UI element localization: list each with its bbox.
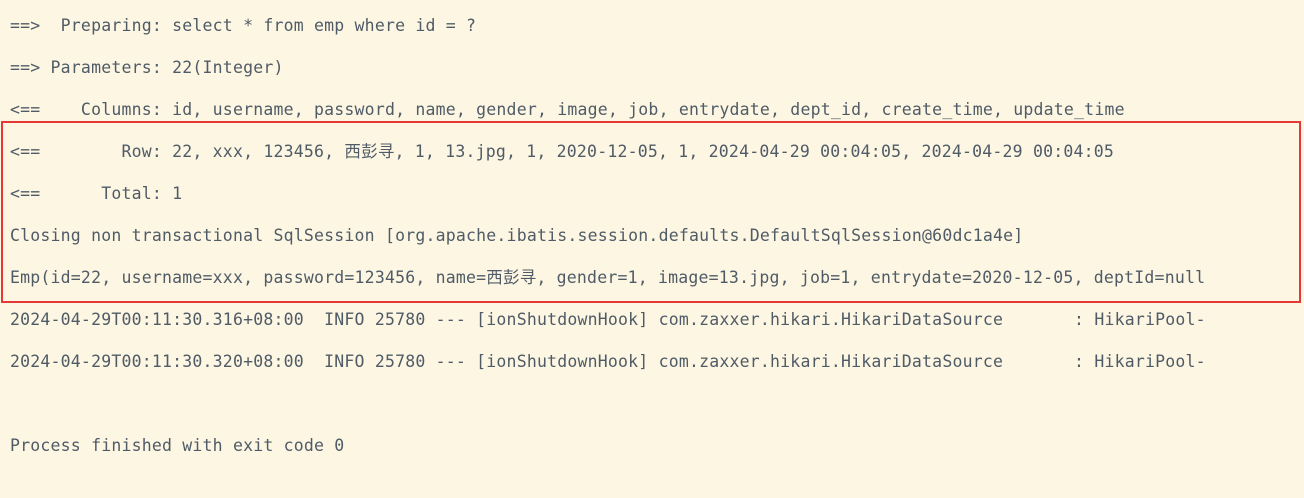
log-info-line-1: 2024-04-29T00:11:30.316+08:00 INFO 25780… — [10, 310, 1206, 329]
sql-columns-line: <== Columns: id, username, password, nam… — [10, 100, 1125, 119]
console-output[interactable]: ==> Preparing: select * from emp where i… — [0, 0, 1304, 498]
highlight-box — [1, 121, 1301, 303]
log-info-line-2: 2024-04-29T00:11:30.320+08:00 INFO 25780… — [10, 352, 1206, 371]
sql-preparing-line: ==> Preparing: select * from emp where i… — [10, 16, 477, 35]
process-finished-line: Process finished with exit code 0 — [10, 436, 345, 455]
sql-parameters-line: ==> Parameters: 22(Integer) — [10, 58, 284, 77]
